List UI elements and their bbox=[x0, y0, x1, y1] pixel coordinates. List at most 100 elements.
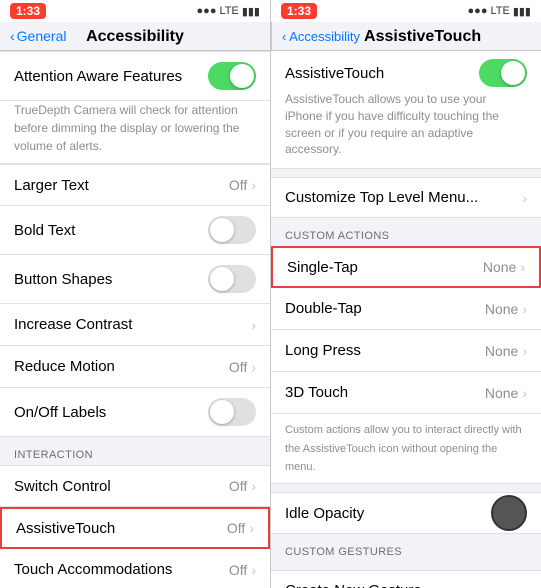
switch-control-chevron: › bbox=[251, 478, 256, 494]
switch-control-right: Off › bbox=[229, 478, 256, 494]
assistive-toggle-row: AssistiveTouch bbox=[285, 59, 527, 87]
increase-contrast-chevron: › bbox=[251, 317, 256, 333]
touch-accom-cell[interactable]: Touch Accommodations Off › bbox=[0, 549, 270, 588]
switch-control-value: Off bbox=[229, 478, 247, 494]
reduce-motion-right: Off › bbox=[229, 359, 256, 375]
left-battery: ▮▮▮ bbox=[242, 5, 260, 18]
single-tap-chevron: › bbox=[520, 259, 525, 275]
right-nav-bar: ‹ Accessibility AssistiveTouch bbox=[271, 22, 541, 51]
right-back-chevron: ‹ bbox=[282, 29, 286, 44]
long-press-cell[interactable]: Long Press None › bbox=[271, 330, 541, 372]
single-tap-right: None › bbox=[483, 259, 525, 275]
create-gesture-label: Create New Gesture... bbox=[285, 582, 434, 588]
customize-cell[interactable]: Customize Top Level Menu... › bbox=[271, 177, 541, 218]
larger-text-label: Larger Text bbox=[14, 177, 89, 194]
touch-accom-value: Off bbox=[229, 562, 247, 578]
long-press-value: None bbox=[485, 343, 518, 359]
right-nav-back[interactable]: ‹ Accessibility bbox=[282, 29, 360, 44]
assistive-desc-text: AssistiveTouch allows you to use your iP… bbox=[285, 91, 527, 158]
larger-text-value: Off bbox=[229, 177, 247, 193]
button-shapes-toggle[interactable] bbox=[208, 265, 256, 293]
right-nav-title: AssistiveTouch bbox=[364, 28, 481, 46]
right-signal: ●●● bbox=[468, 5, 488, 17]
assistive-touch-cell[interactable]: AssistiveTouch Off › bbox=[0, 507, 270, 549]
right-3d-touch-cell[interactable]: 3D Touch None › bbox=[271, 372, 541, 414]
assistive-toggle-thumb bbox=[501, 61, 525, 85]
attention-aware-label: Attention Aware Features bbox=[14, 68, 182, 85]
onoff-labels-label: On/Off Labels bbox=[14, 404, 106, 421]
toggle-thumb bbox=[230, 64, 254, 88]
attention-aware-toggle[interactable] bbox=[208, 62, 256, 90]
customize-label: Customize Top Level Menu... bbox=[285, 189, 478, 206]
left-back-label: General bbox=[17, 28, 67, 44]
bold-text-cell[interactable]: Bold Text bbox=[0, 206, 270, 255]
idle-opacity-right bbox=[491, 495, 527, 531]
left-signal: ●●● bbox=[197, 5, 217, 17]
assistive-touch-label: AssistiveTouch bbox=[16, 520, 115, 537]
left-panel: 1:33 ●●● LTE ▮▮▮ ‹ General Accessibility… bbox=[0, 0, 270, 588]
create-gesture-chevron: › bbox=[522, 583, 527, 588]
assistive-toggle[interactable] bbox=[479, 59, 527, 87]
custom-actions-header: CUSTOM ACTIONS bbox=[271, 218, 541, 246]
right-battery: ▮▮▮ bbox=[513, 5, 531, 18]
single-tap-label: Single-Tap bbox=[287, 259, 358, 276]
idle-opacity-cell[interactable]: Idle Opacity bbox=[271, 492, 541, 534]
right-time: 1:33 bbox=[281, 3, 317, 19]
assistive-label: AssistiveTouch bbox=[285, 65, 384, 82]
right-back-label: Accessibility bbox=[289, 29, 360, 44]
attention-aware-description: TrueDepth Camera will check for attentio… bbox=[0, 101, 270, 164]
larger-text-right: Off › bbox=[229, 177, 256, 193]
assistive-touch-right: Off › bbox=[227, 520, 254, 536]
customize-chevron: › bbox=[522, 190, 527, 206]
right-3d-touch-right: None › bbox=[485, 385, 527, 401]
right-lte: LTE bbox=[490, 5, 509, 17]
attention-aware-cell[interactable]: Attention Aware Features bbox=[0, 51, 270, 101]
left-back-chevron: ‹ bbox=[10, 28, 15, 44]
assistive-touch-value: Off bbox=[227, 520, 245, 536]
single-tap-value: None bbox=[483, 259, 516, 275]
bold-text-label: Bold Text bbox=[14, 222, 75, 239]
interaction-header: INTERACTION bbox=[0, 437, 270, 465]
left-time: 1:33 bbox=[10, 3, 46, 19]
long-press-chevron: › bbox=[522, 343, 527, 359]
right-3d-touch-label: 3D Touch bbox=[285, 384, 348, 401]
increase-contrast-right: › bbox=[251, 317, 256, 333]
switch-control-label: Switch Control bbox=[14, 478, 111, 495]
increase-contrast-label: Increase Contrast bbox=[14, 316, 132, 333]
switch-control-cell[interactable]: Switch Control Off › bbox=[0, 465, 270, 507]
reduce-motion-value: Off bbox=[229, 359, 247, 375]
left-status-right: ●●● LTE ▮▮▮ bbox=[197, 5, 260, 18]
increase-contrast-cell[interactable]: Increase Contrast › bbox=[0, 304, 270, 346]
touch-accom-right: Off › bbox=[229, 562, 256, 578]
right-panel: 1:33 ●●● LTE ▮▮▮ ‹ Accessibility Assisti… bbox=[270, 0, 541, 588]
right-3d-touch-value: None bbox=[485, 385, 518, 401]
onoff-labels-cell[interactable]: On/Off Labels bbox=[0, 388, 270, 437]
assistive-description-block: AssistiveTouch AssistiveTouch allows you… bbox=[271, 51, 541, 169]
button-shapes-cell[interactable]: Button Shapes bbox=[0, 255, 270, 304]
left-nav-bar: ‹ General Accessibility bbox=[0, 22, 270, 51]
opacity-circle bbox=[491, 495, 527, 531]
left-status-bar: 1:33 ●●● LTE ▮▮▮ bbox=[0, 0, 270, 22]
right-status-bar: 1:33 ●●● LTE ▮▮▮ bbox=[271, 0, 541, 22]
larger-text-cell[interactable]: Larger Text Off › bbox=[0, 164, 270, 206]
double-tap-label: Double-Tap bbox=[285, 300, 362, 317]
bold-text-toggle-thumb bbox=[210, 218, 234, 242]
double-tap-cell[interactable]: Double-Tap None › bbox=[271, 288, 541, 330]
reduce-motion-label: Reduce Motion bbox=[14, 358, 115, 375]
onoff-labels-toggle-thumb bbox=[210, 400, 234, 424]
create-gesture-cell[interactable]: Create New Gesture... › bbox=[271, 570, 541, 588]
larger-text-chevron: › bbox=[251, 177, 256, 193]
left-lte: LTE bbox=[219, 5, 238, 17]
onoff-labels-toggle[interactable] bbox=[208, 398, 256, 426]
right-status-right: ●●● LTE ▮▮▮ bbox=[468, 5, 531, 18]
long-press-label: Long Press bbox=[285, 342, 361, 359]
custom-gestures-header: CUSTOM GESTURES bbox=[271, 534, 541, 562]
idle-opacity-label: Idle Opacity bbox=[285, 505, 364, 522]
reduce-motion-cell[interactable]: Reduce Motion Off › bbox=[0, 346, 270, 388]
button-shapes-label: Button Shapes bbox=[14, 271, 112, 288]
long-press-right: None › bbox=[485, 343, 527, 359]
touch-accom-label: Touch Accommodations bbox=[14, 561, 172, 578]
left-settings-list: Attention Aware Features TrueDepth Camer… bbox=[0, 51, 270, 588]
single-tap-cell[interactable]: Single-Tap None › bbox=[271, 246, 541, 288]
bold-text-toggle[interactable] bbox=[208, 216, 256, 244]
